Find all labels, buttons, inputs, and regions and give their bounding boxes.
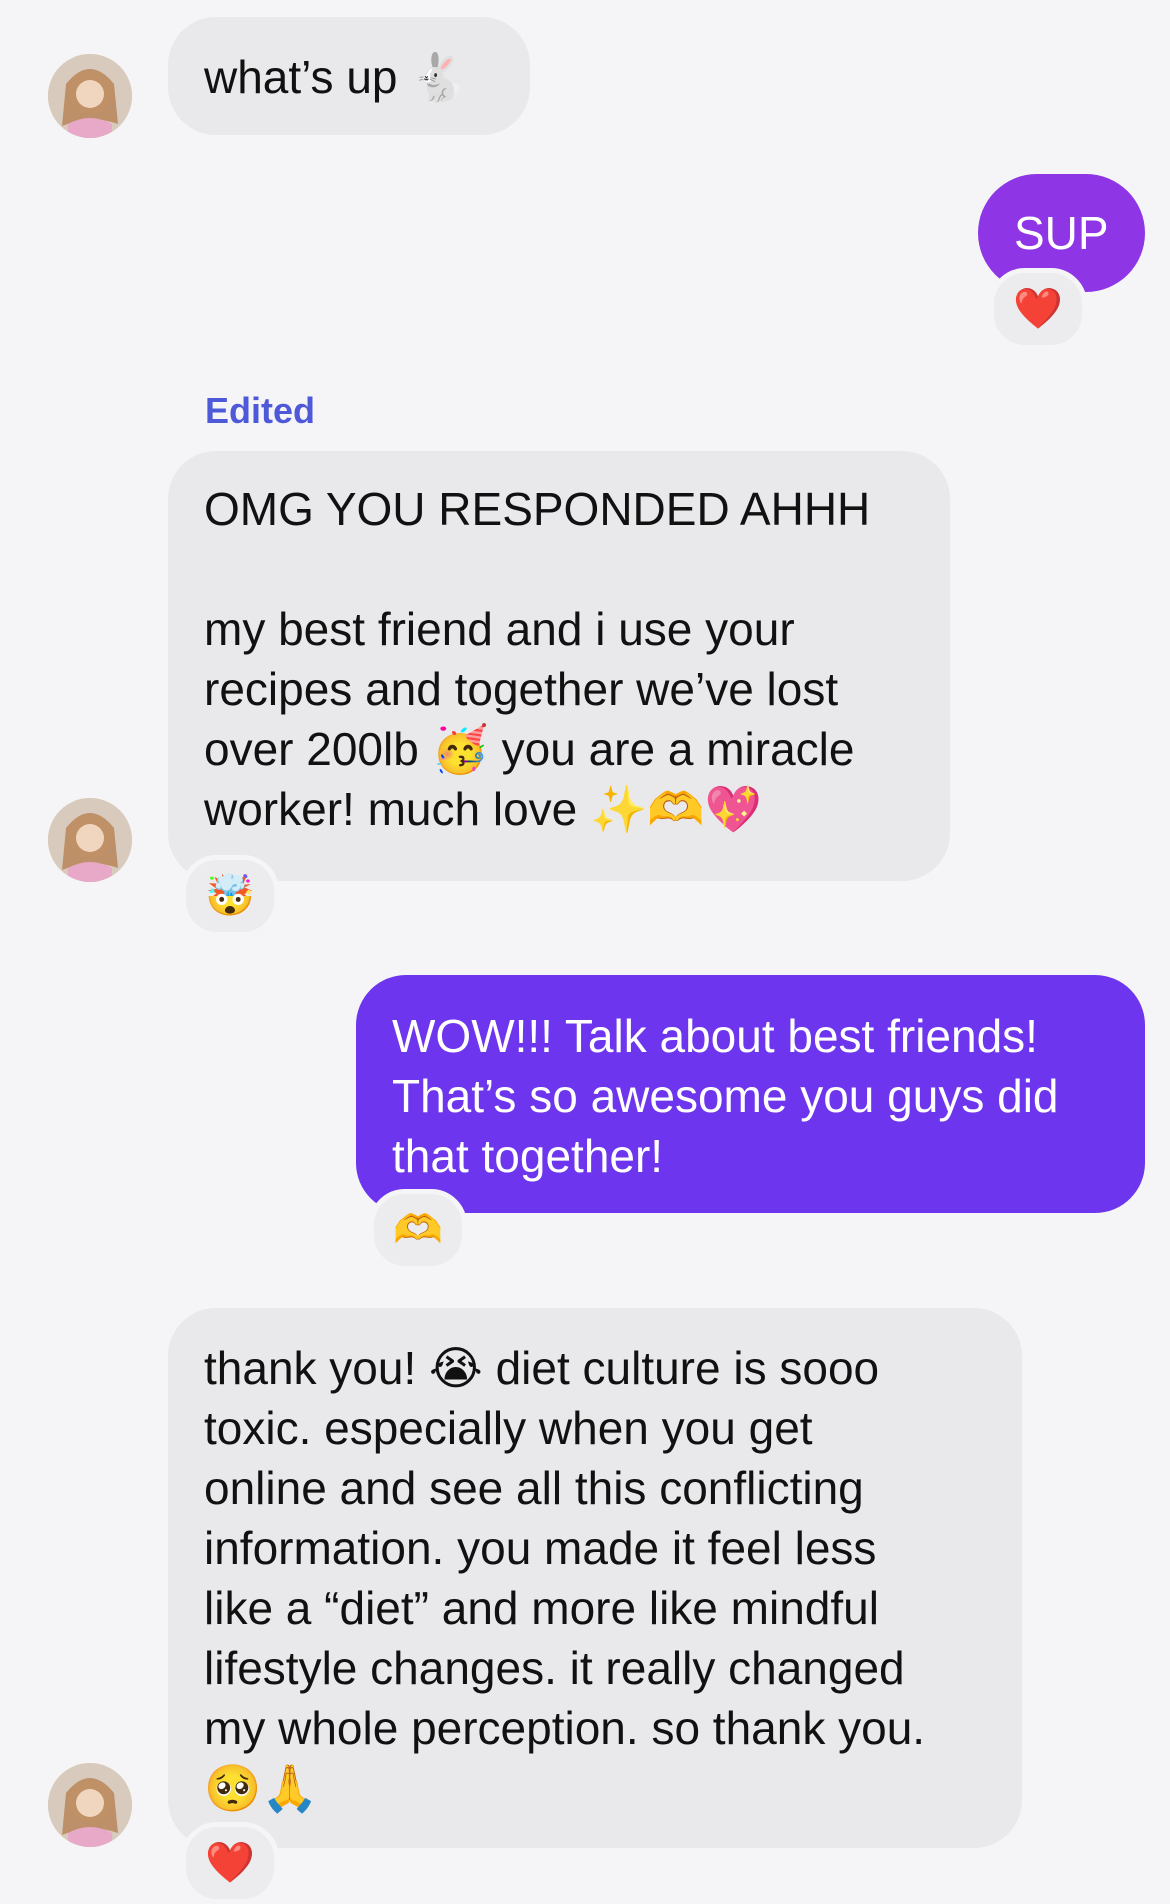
message-line: lifestyle changes. it really changed <box>204 1642 905 1694</box>
message-bubble-outgoing[interactable]: WOW!!! Talk about best friends! That’s s… <box>356 975 1145 1213</box>
message-line-blank <box>204 539 914 599</box>
avatar[interactable] <box>48 54 132 138</box>
message-line: worker! much love ✨🫶💖 <box>204 783 762 835</box>
exploding-head-reaction-icon[interactable]: 🤯 <box>181 855 279 937</box>
message-bubble-incoming[interactable]: OMG YOU RESPONDED AHHH my best friend an… <box>168 451 950 881</box>
heart-reaction-icon[interactable]: ❤️ <box>181 1822 279 1904</box>
message-text: SUP <box>1014 207 1109 259</box>
message-bubble-incoming[interactable]: what’s up 🐇 <box>168 17 530 135</box>
message-text: what’s up <box>204 51 398 103</box>
message-line: like a “diet” and more like mindful <box>204 1582 879 1634</box>
message-line: recipes and together we’ve lost <box>204 663 839 715</box>
message-line: that together! <box>392 1130 664 1182</box>
message-line: thank you! 😭 diet culture is sooo <box>204 1342 880 1394</box>
edited-label: Edited <box>205 390 316 431</box>
rabbit-emoji-icon: 🐇 <box>410 50 468 104</box>
message-line: my whole perception. so thank you. <box>204 1702 926 1754</box>
message-line: online and see all this conflicting <box>204 1462 864 1514</box>
heart-hands-reaction-icon[interactable]: 🫶 <box>369 1189 467 1271</box>
message-line: WOW!!! Talk about best friends! <box>392 1010 1038 1062</box>
heart-reaction-icon[interactable]: ❤️ <box>989 268 1087 350</box>
message-line: my best friend and i use your <box>204 603 795 655</box>
message-line: over 200lb 🥳 you are a miracle <box>204 723 855 775</box>
avatar[interactable] <box>48 798 132 882</box>
message-bubble-incoming[interactable]: thank you! 😭 diet culture is sooo toxic.… <box>168 1308 1022 1848</box>
message-line: information. you made it feel less <box>204 1522 877 1574</box>
message-line: That’s so awesome you guys did <box>392 1070 1059 1122</box>
avatar[interactable] <box>48 1763 132 1847</box>
message-line-emoji: 🥺🙏 <box>204 1761 319 1815</box>
message-line: toxic. especially when you get <box>204 1402 813 1454</box>
message-line: OMG YOU RESPONDED AHHH <box>204 483 871 535</box>
